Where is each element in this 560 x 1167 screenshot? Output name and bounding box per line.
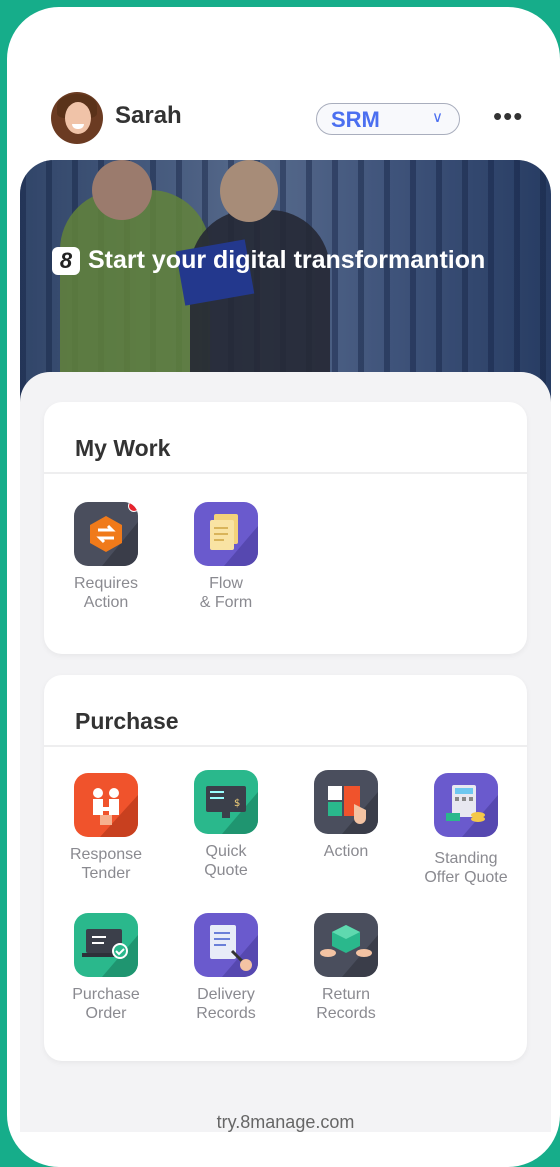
tile-requires-action[interactable]: Requires Action xyxy=(51,502,161,612)
module-select-value: SRM xyxy=(331,107,380,132)
tile-label: Requires xyxy=(73,575,139,592)
tile-label: Standing xyxy=(434,850,498,867)
tile-response-tender[interactable]: Response Tender xyxy=(51,773,161,883)
action-icon xyxy=(314,770,378,834)
my-work-card: My Work Requires Action Flow & Form xyxy=(44,402,527,654)
quick-quote-icon: $ xyxy=(194,770,258,834)
tile-label: Records xyxy=(316,1005,376,1022)
banner-title: 8 Start your digital transformantion xyxy=(52,246,485,275)
module-select[interactable]: SRM ∨ xyxy=(316,103,460,135)
notification-badge xyxy=(128,502,138,512)
tile-label: Return xyxy=(321,986,371,1003)
svg-text:$: $ xyxy=(234,798,240,809)
app-screen: Sarah SRM ∨ ••• 8 Start your digital tra… xyxy=(7,7,560,1167)
footer-link[interactable]: try.8manage.com xyxy=(20,1112,551,1133)
tile-return-records[interactable]: Return Records xyxy=(291,913,401,1023)
tile-label: Tender xyxy=(81,865,131,882)
tile-label: Offer Quote xyxy=(424,869,508,886)
divider xyxy=(44,472,527,474)
divider xyxy=(44,745,527,747)
tile-label: Order xyxy=(85,1005,127,1022)
tile-flow-form[interactable]: Flow & Form xyxy=(171,502,281,612)
main-content: My Work Requires Action Flow & Form Purc… xyxy=(20,372,551,1132)
delivery-records-icon xyxy=(194,913,258,977)
tile-label: Response xyxy=(69,846,143,863)
tile-label: Purchase xyxy=(72,986,140,1003)
purchase-card: Purchase Response Tender $ Quick Quote A… xyxy=(44,675,527,1061)
requires-action-icon xyxy=(74,502,138,566)
tile-label: Action xyxy=(323,843,369,860)
more-button[interactable]: ••• xyxy=(493,101,523,132)
section-title: My Work xyxy=(75,435,171,461)
tile-quick-quote[interactable]: $ Quick Quote xyxy=(171,770,281,880)
flow-form-icon xyxy=(194,502,258,566)
response-tender-icon xyxy=(74,773,138,837)
tile-label: & Form xyxy=(199,594,253,611)
tile-purchase-order[interactable]: Purchase Order xyxy=(51,913,161,1023)
tile-label: Quote xyxy=(204,862,248,879)
tile-label: Quick xyxy=(205,843,247,860)
tile-label: Flow xyxy=(209,575,243,592)
brand-logo-icon: 8 xyxy=(52,246,80,275)
tile-label: Delivery xyxy=(197,986,255,1003)
return-records-icon xyxy=(314,913,378,977)
section-title: Purchase xyxy=(75,708,179,734)
tile-delivery-records[interactable]: Delivery Records xyxy=(171,913,281,1023)
tile-action[interactable]: Action xyxy=(291,770,401,861)
standing-offer-quote-icon xyxy=(434,773,498,837)
chevron-down-icon: ∨ xyxy=(432,109,443,126)
tile-label: Action xyxy=(83,594,129,611)
banner-title-text: Start your digital transformantion xyxy=(88,246,486,274)
tile-label: Records xyxy=(196,1005,256,1022)
top-bar: Sarah SRM ∨ ••• xyxy=(7,87,560,147)
username[interactable]: Sarah xyxy=(115,102,182,130)
purchase-order-icon xyxy=(74,913,138,977)
avatar[interactable] xyxy=(51,92,103,144)
tile-standing-offer-quote[interactable]: Standing Offer Quote xyxy=(411,773,521,887)
